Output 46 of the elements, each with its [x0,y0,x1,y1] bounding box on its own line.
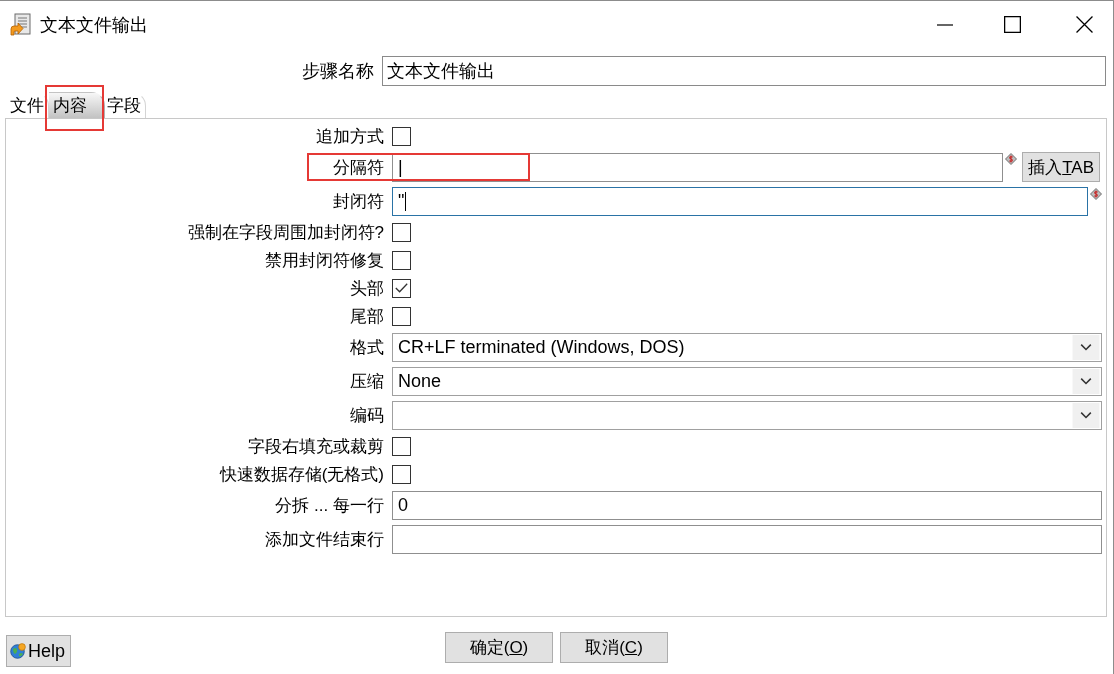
checkbox[interactable] [392,126,411,146]
chevron-down-icon [1072,368,1100,394]
field-label: 快速数据存储(无格式) [218,463,384,486]
window-title: 文本文件输出 [40,13,148,37]
dropdown[interactable] [392,400,1102,430]
chevron-down-icon [1072,334,1100,360]
close-icon[interactable] [1076,16,1093,33]
field-label: 禁用封闭符修复 [264,249,384,272]
minimize-icon[interactable] [937,23,953,26]
text-cursor [405,191,407,211]
field-label: 压缩 [349,370,384,393]
field-label: 编码 [349,404,384,427]
field-label: 头部 [349,277,384,300]
checkbox[interactable] [392,250,411,270]
field-label: 尾部 [349,305,384,328]
field-label: 步骤名称 [301,60,374,83]
checkbox[interactable] [392,306,411,326]
dropdown[interactable]: CR+LF terminated (Windows, DOS) [392,332,1102,362]
field-label: 强制在字段周围加封闭符? [186,221,384,244]
checkbox[interactable] [392,278,411,298]
checkbox[interactable] [392,464,411,484]
ok-button[interactable]: 确定(O) [445,632,553,663]
globe-icon [10,643,26,659]
field-label: 分隔符 [332,156,384,179]
dropdown[interactable]: None [392,366,1102,396]
field-label: 格式 [349,336,384,359]
text-field[interactable]: " [392,186,1088,216]
field-label: 字段右填充或裁剪 [247,435,384,458]
chevron-down-icon [1072,402,1100,428]
checkbox[interactable] [392,222,411,242]
step-name-field[interactable]: 文本文件输出 [382,56,1106,86]
field-label: 追加方式 [315,125,384,148]
field-label: 分拆 ... 每一行 [274,494,384,517]
checkbox[interactable] [392,436,411,456]
maximize-icon[interactable] [1004,16,1021,33]
cancel-button[interactable]: 取消(C) [560,632,668,663]
help-button[interactable]: Help [6,635,72,667]
insert-tab-button[interactable]: 插入TAB [1022,152,1100,182]
field-label: 封闭符 [332,190,384,213]
text-field[interactable]: | [392,152,1004,182]
document-arrow-icon [10,12,31,37]
checkmark-icon [395,283,408,293]
tab[interactable]: 字段 [105,92,146,118]
field-label: 添加文件结束行 [264,528,384,551]
text-field[interactable]: 0 [392,490,1102,520]
text-field[interactable] [392,524,1102,554]
